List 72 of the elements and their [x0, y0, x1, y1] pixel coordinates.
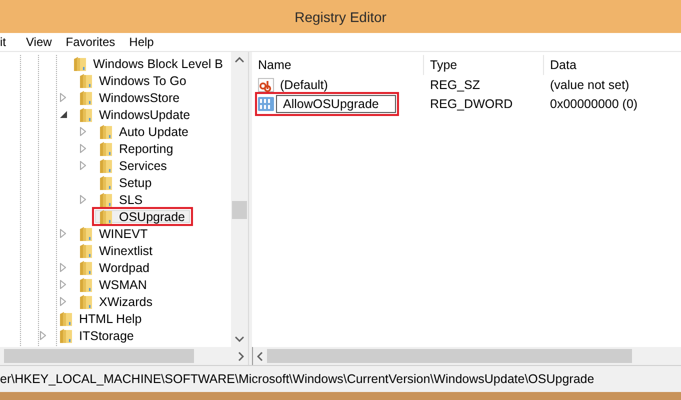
tree-item[interactable]: Setup — [92, 173, 160, 192]
tree-item[interactable]: HTML Help — [52, 309, 150, 328]
scroll-up-icon[interactable] — [235, 57, 244, 63]
tree-item[interactable]: ITStorage — [52, 326, 142, 345]
expand-arrow-icon[interactable] — [60, 93, 66, 102]
horizontal-scrollbar[interactable] — [0, 347, 248, 365]
tree-item[interactable]: Services — [92, 156, 175, 175]
value-type-cell-text: REG_DWORD — [429, 97, 514, 111]
value-type-cell-text: REG_SZ — [429, 78, 482, 92]
scrollbar-thumb[interactable] — [267, 349, 632, 363]
column-header[interactable]: Type — [424, 55, 544, 75]
tree-item[interactable]: WindowsStore — [72, 88, 188, 107]
expand-arrow-icon[interactable] — [80, 195, 86, 204]
folder-icon — [79, 294, 93, 310]
tree-item[interactable]: WINEVT — [72, 224, 156, 243]
tree-item[interactable]: Windows Block Level B — [66, 55, 231, 73]
column-header[interactable]: Name — [252, 55, 424, 75]
value-data-cell-text: 0x00000000 (0) — [549, 97, 639, 111]
folder-icon — [79, 276, 93, 292]
folder-icon — [99, 174, 113, 190]
tree-item[interactable]: Auto Update — [92, 122, 196, 141]
collapse-arrow-icon[interactable] — [60, 111, 67, 118]
folder-icon — [79, 242, 93, 258]
expand-arrow-icon[interactable] — [60, 297, 66, 306]
expand-arrow-icon[interactable] — [80, 127, 86, 136]
expand-arrow-icon[interactable] — [80, 144, 86, 153]
folder-icon — [79, 226, 93, 242]
folder-icon — [79, 90, 93, 106]
value-name-cell[interactable]: (Default) — [255, 75, 335, 95]
scrollbar-thumb[interactable] — [4, 349, 194, 363]
tree-item[interactable]: Windows To Go — [72, 71, 194, 90]
expand-arrow-icon[interactable] — [60, 280, 66, 289]
tree-item[interactable]: WindowsUpdate — [72, 105, 198, 124]
folder-icon — [99, 208, 113, 224]
tree-item[interactable]: WSMAN — [72, 275, 155, 294]
folder-icon — [59, 328, 73, 344]
folder-icon — [99, 140, 113, 156]
menu-item[interactable]: View — [20, 35, 58, 49]
folder-icon — [73, 56, 88, 72]
string-value-icon — [258, 78, 274, 92]
folder-icon — [59, 310, 73, 326]
folder-icon — [99, 158, 113, 174]
folder-icon — [99, 192, 113, 208]
menu-item[interactable]: Favorites — [60, 35, 122, 49]
folder-icon — [99, 124, 113, 140]
scroll-right-icon[interactable] — [238, 352, 244, 360]
tree-item[interactable]: SLS — [92, 190, 151, 209]
column-header[interactable]: Data — [544, 55, 681, 75]
expand-arrow-icon[interactable] — [60, 263, 66, 272]
tree-item[interactable]: Wordpad — [72, 258, 158, 277]
value-name-cell[interactable]: AllowOSUpgrade — [255, 92, 399, 116]
tree-item[interactable]: Reporting — [92, 139, 182, 158]
tree-item[interactable]: XWizards — [72, 292, 160, 311]
horizontal-scrollbar[interactable] — [252, 347, 681, 365]
folder-icon — [79, 106, 93, 122]
window-title: Registry Editor — [294, 8, 386, 24]
tree-item[interactable]: Winextlist — [72, 241, 160, 260]
expand-arrow-icon[interactable] — [80, 161, 86, 170]
expand-arrow-icon[interactable] — [60, 229, 66, 238]
folder-icon — [79, 260, 93, 276]
menu-item[interactable]: Help — [123, 35, 160, 49]
expand-arrow-icon[interactable] — [40, 331, 46, 340]
folder-icon — [79, 72, 93, 88]
scroll-left-icon[interactable] — [257, 352, 263, 360]
tree-item[interactable]: OSUpgrade — [92, 207, 194, 226]
value-data-cell-text: (value not set) — [549, 78, 630, 92]
scroll-down-icon[interactable] — [235, 336, 244, 342]
registry-path: er\HKEY_LOCAL_MACHINE\SOFTWARE\Microsoft\Windows\CurrentVersion\WindowsUpdate\OSUpgrade — [0, 372, 594, 386]
menu-item[interactable]: it — [0, 35, 12, 49]
scrollbar-thumb[interactable] — [232, 201, 247, 219]
binary-value-icon — [258, 97, 274, 111]
vertical-scrollbar[interactable] — [231, 52, 248, 347]
